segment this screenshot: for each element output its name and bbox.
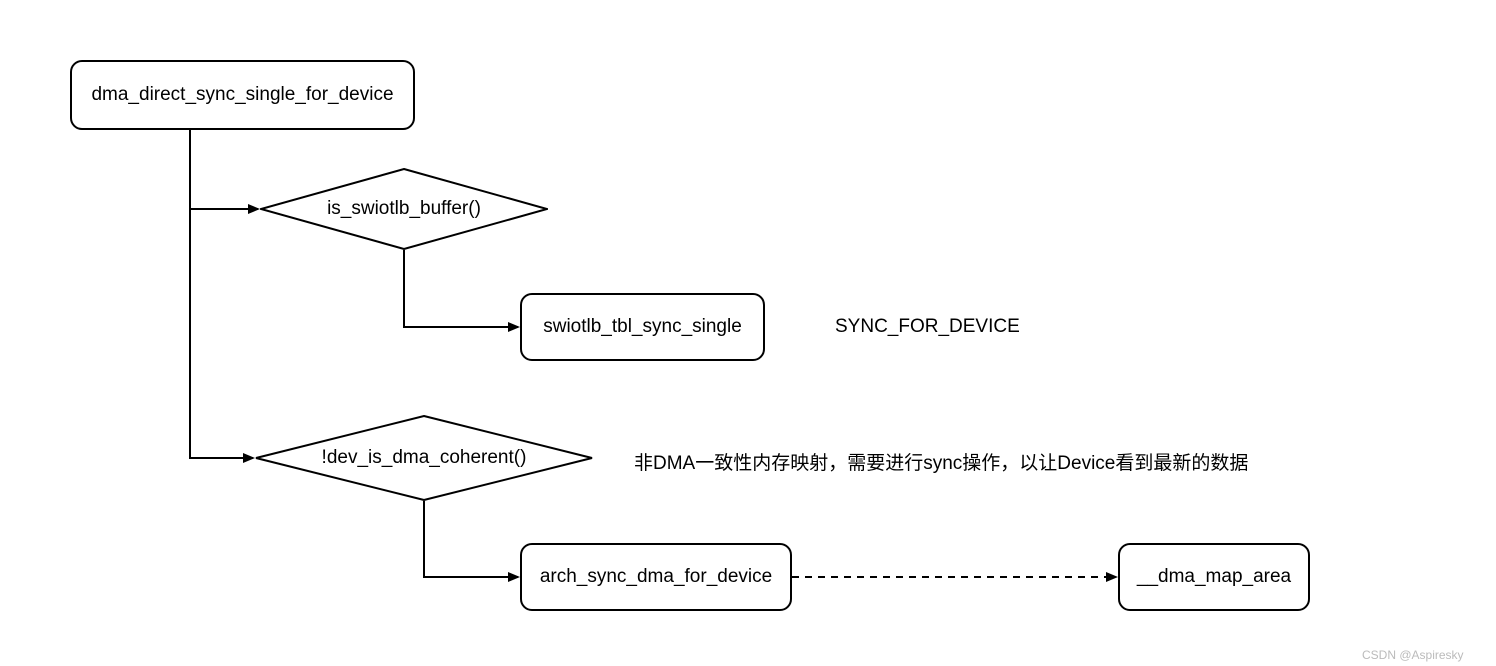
watermark-text: CSDN @Aspiresky	[1362, 648, 1464, 662]
node-root-label: dma_direct_sync_single_for_device	[91, 84, 393, 106]
annotation-non-dma-coherent: 非DMA一致性内存映射，需要进行sync操作，以让Device看到最新的数据	[634, 448, 1248, 475]
annotation-sync-for-device: SYNC_FOR_DEVICE	[835, 316, 1020, 338]
edge-decision2-to-action2	[424, 501, 518, 577]
annot2-label: 非DMA一致性内存映射，需要进行sync操作，以让Device看到最新的数据	[634, 453, 1248, 474]
decision1-label: is_swiotlb_buffer()	[327, 198, 481, 220]
flowchart-canvas: dma_direct_sync_single_for_device is_swi…	[0, 0, 1496, 666]
annot1-label: SYNC_FOR_DEVICE	[835, 316, 1020, 337]
node-dma-map-area: __dma_map_area	[1118, 543, 1310, 611]
decision2-label: !dev_is_dma_coherent()	[322, 447, 527, 469]
edge-root-to-decision2	[190, 130, 253, 458]
action1-label: swiotlb_tbl_sync_single	[543, 316, 742, 338]
action2-label: arch_sync_dma_for_device	[540, 566, 772, 588]
edge-root-to-decision1	[190, 130, 258, 209]
node-decision-is-swiotlb-buffer: is_swiotlb_buffer()	[260, 168, 548, 250]
node-decision-dev-is-dma-coherent: !dev_is_dma_coherent()	[255, 415, 593, 501]
edge-decision1-to-action1	[404, 250, 518, 327]
node-swiotlb-tbl-sync-single: swiotlb_tbl_sync_single	[520, 293, 765, 361]
watermark: CSDN @Aspiresky	[1362, 648, 1464, 662]
node-root: dma_direct_sync_single_for_device	[70, 60, 415, 130]
action3-label: __dma_map_area	[1137, 566, 1291, 588]
node-arch-sync-dma-for-device: arch_sync_dma_for_device	[520, 543, 792, 611]
